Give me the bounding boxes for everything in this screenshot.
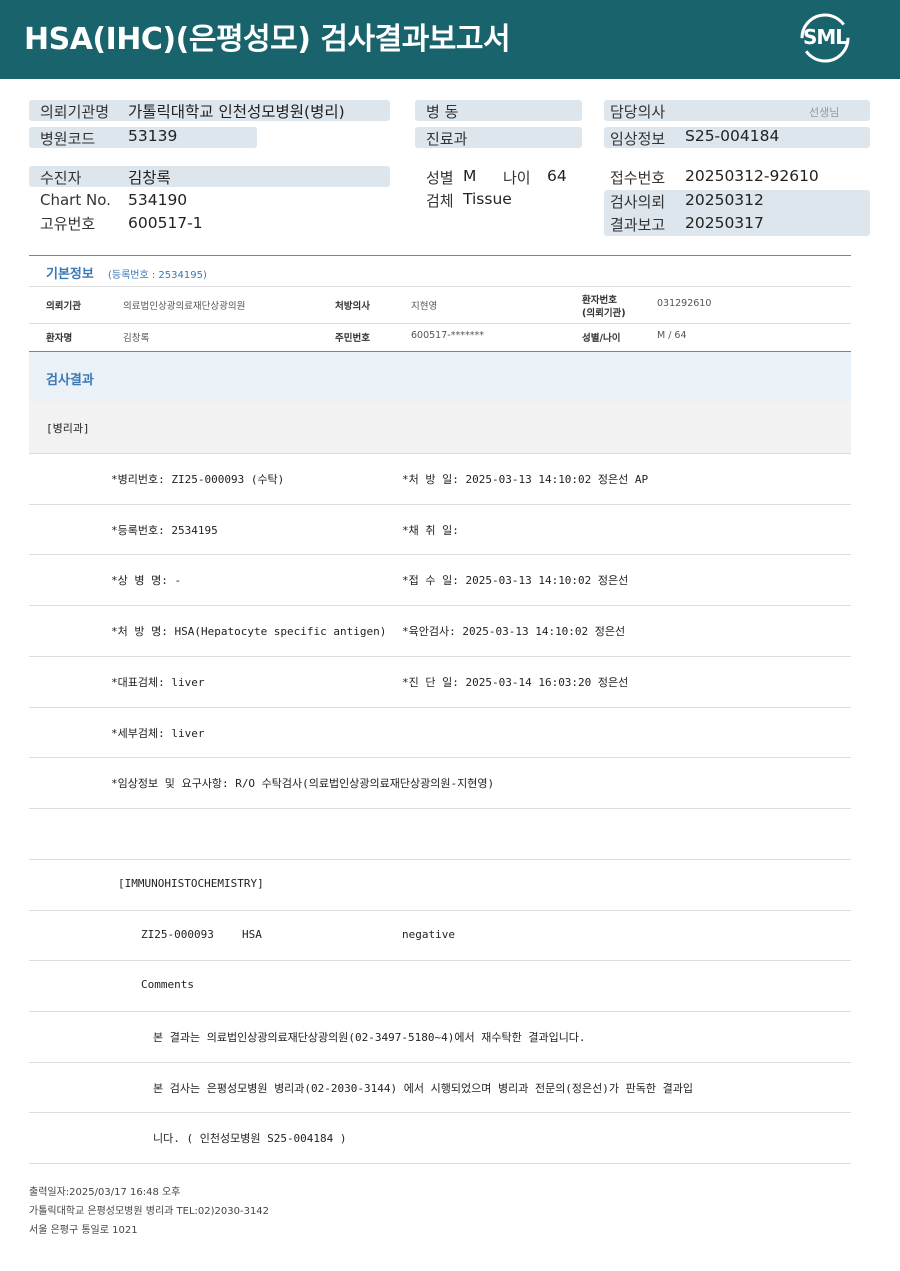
header-banner: HSA(IHC)(은평성모) 검사결과보고서 SML	[0, 0, 900, 79]
inst-label: 의뢰기관	[46, 301, 81, 312]
divider	[29, 1163, 851, 1164]
result-left-2: *상 병 명: -	[111, 574, 182, 587]
unique-value: 600517-1	[128, 214, 203, 232]
rx-doctor-value: 지현영	[411, 301, 438, 312]
patient-no-label-1: 환자번호	[582, 295, 617, 306]
sexage-label: 성별/나이	[582, 333, 621, 344]
divider	[29, 808, 851, 809]
clinical-label: 임상정보	[610, 130, 666, 148]
name-value: 김창록	[123, 333, 150, 344]
age-label: 나이	[503, 169, 531, 187]
age-value: 64	[547, 167, 567, 185]
receipt-value: 20250312-92610	[685, 167, 819, 185]
receipt-label: 접수번호	[610, 169, 666, 187]
result-left-3: *처 방 명: HSA(Hepatocyte specific antigen)	[111, 625, 387, 638]
patient-value: 김창록	[128, 169, 171, 187]
divider	[29, 1112, 851, 1113]
divider	[29, 1062, 851, 1063]
divider	[29, 323, 851, 324]
lab-contact: 가톨릭대학교 은평성모병원 병리과 TEL:02)2030-3142	[29, 1206, 270, 1217]
ihc-marker: HSA	[242, 928, 262, 941]
divider	[29, 554, 851, 555]
specimen-label: 검체	[426, 192, 454, 210]
result-right-1: *채 취 일:	[402, 524, 459, 537]
report-label: 결과보고	[610, 216, 666, 234]
result-left-5: *세부검체: liver	[111, 727, 205, 740]
ihc-header: [IMMUNOHISTOCHEMISTRY]	[118, 877, 264, 890]
sml-logo: SML	[799, 12, 851, 64]
comment-1: 본 결과는 의료법인상광의료재단상광의원(02-3497-5180~4)에서 재…	[153, 1031, 586, 1044]
basic-info-reg-no: (등록번호 : 2534195)	[108, 270, 207, 281]
basic-info-top-border	[29, 255, 851, 256]
result-right-0: *처 방 일: 2025-03-13 14:10:02 정은선 AP	[402, 473, 649, 486]
lab-address: 서울 은평구 통일로 1021	[29, 1225, 138, 1236]
logo-text: SML	[802, 25, 848, 49]
report-title: HSA(IHC)(은평성모) 검사결과보고서	[24, 22, 511, 57]
report-value: 20250317	[685, 214, 764, 232]
divider	[29, 707, 851, 708]
chart-label: Chart No.	[40, 191, 111, 209]
doctor-label: 담당의사	[610, 103, 666, 121]
request-label: 검사의뢰	[610, 193, 666, 211]
result-right-4: *진 단 일: 2025-03-14 16:03:20 정은선	[402, 676, 629, 689]
divider	[29, 757, 851, 758]
result-left-1: *등록번호: 2534195	[111, 524, 218, 537]
requester-value: 가톨릭대학교 인천성모병원(병리)	[128, 103, 345, 121]
results-header	[29, 351, 851, 402]
dept-label: 진료과	[426, 130, 468, 148]
chart-value: 534190	[128, 191, 188, 209]
basic-info-title: 기본정보	[46, 267, 94, 282]
print-date: 출력일자:2025/03/17 16:48 오후	[29, 1187, 181, 1198]
divider	[29, 910, 851, 911]
patient-label: 수진자	[40, 169, 82, 187]
patient-no-label-2: (의뢰기관)	[582, 308, 626, 319]
divider	[29, 504, 851, 505]
result-left-0: *병리번호: ZI25-000093 (수탁)	[111, 473, 285, 486]
comment-3: 니다. ( 인천성모병원 S25-004184 )	[153, 1132, 347, 1145]
result-right-3: *육안검사: 2025-03-13 14:10:02 정은선	[402, 625, 626, 638]
hospital-code-label: 병원코드	[40, 130, 96, 148]
rrn-label: 주민번호	[335, 333, 370, 344]
specimen-value: Tissue	[463, 190, 512, 208]
ward-label: 병 동	[426, 103, 459, 121]
result-left-4: *대표검체: liver	[111, 676, 205, 689]
inst-value: 의료법인상광의료재단상광의원	[123, 301, 246, 312]
sex-value: M	[463, 167, 477, 185]
divider	[29, 453, 851, 454]
divider	[29, 859, 851, 860]
hospital-code-value: 53139	[128, 127, 178, 145]
comments-label: Comments	[141, 978, 194, 991]
ihc-id: ZI25-000093	[141, 928, 214, 941]
patient-box	[29, 166, 390, 187]
sex-label: 성별	[426, 169, 454, 187]
ihc-result: negative	[402, 928, 455, 941]
comment-2: 본 검사는 은평성모병원 병리과(02-2030-3144) 에서 시행되었으며…	[153, 1082, 694, 1095]
name-label: 환자명	[46, 333, 73, 344]
divider	[29, 960, 851, 961]
request-value: 20250312	[685, 191, 764, 209]
result-right-2: *접 수 일: 2025-03-13 14:10:02 정은선	[402, 574, 629, 587]
divider	[29, 286, 851, 287]
unique-label: 고유번호	[40, 215, 96, 233]
results-title: 검사결과	[46, 373, 94, 388]
doctor-suffix: 선생님	[809, 106, 840, 119]
rrn-value: 600517-*******	[411, 330, 484, 341]
requester-label: 의뢰기관명	[40, 103, 110, 121]
divider	[29, 656, 851, 657]
dept-row	[29, 402, 851, 453]
result-left-6: *임상정보 및 요구사항: R/O 수탁검사(의료법인상광의료재단상광의원-지현…	[111, 777, 495, 790]
patient-no-value: 031292610	[657, 298, 712, 309]
divider	[29, 605, 851, 606]
sexage-value: M / 64	[657, 330, 687, 341]
rx-doctor-label: 처방의사	[335, 301, 370, 312]
dept-label: [병리과]	[46, 422, 90, 435]
clinical-value: S25-004184	[685, 127, 780, 145]
divider	[29, 1011, 851, 1012]
